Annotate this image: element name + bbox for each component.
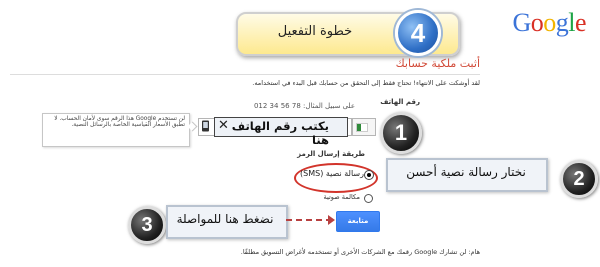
sms-option-label[interactable]: رسالة نصية (SMS) [300,169,364,178]
radio-selected-dot [367,173,371,177]
radio-voice[interactable] [364,194,373,203]
continue-button[interactable]: متابعة [336,211,380,232]
phone-label: رقم الهاتف [380,98,420,106]
privacy-note: هام: لن تشارك Google رقمك مع الشركات الأ… [240,248,480,256]
mobile-phone-icon [201,120,210,132]
country-select[interactable] [352,118,376,136]
step3-arrowhead [328,215,335,225]
step3-callout-text: نضغط هنا للمواصلة [176,212,274,226]
step1-number-badge: 1 [380,112,422,154]
intro-text: لقد أوشكت على الانتهاء! تحتاج فقط إلى ال… [252,79,480,87]
phone-info-tooltip: لن تستخدم Google هذا الرقم سوى لأمان الح… [42,113,190,147]
phone-example-hint: على سبيل المثال: 78 56 34 012 [253,102,355,110]
page-title: أثبت ملكية حسابك [395,57,480,70]
flag-icon [356,123,368,132]
divider [10,74,480,75]
google-logo: Google [512,8,586,37]
method-label: طريقة إرسال الرمز [297,150,365,158]
step4-banner-text: خطوة التفعيل [277,24,353,39]
phone-number-value: يكتب رقم الهاتف هنا [231,119,329,147]
voice-option-label[interactable]: مكالمة صوتية [324,193,360,201]
step3-arrow-line [286,219,332,221]
radio-sms[interactable] [364,170,374,180]
step2-number-badge: 2 [560,160,598,198]
step2-callout-text: نختار رسالة نصية أحسن [406,165,526,179]
phone-number-field[interactable]: ✕ يكتب رقم الهاتف هنا [214,117,348,147]
step4-number-badge: 4 [395,10,441,56]
step3-number-badge: 3 [128,206,166,244]
